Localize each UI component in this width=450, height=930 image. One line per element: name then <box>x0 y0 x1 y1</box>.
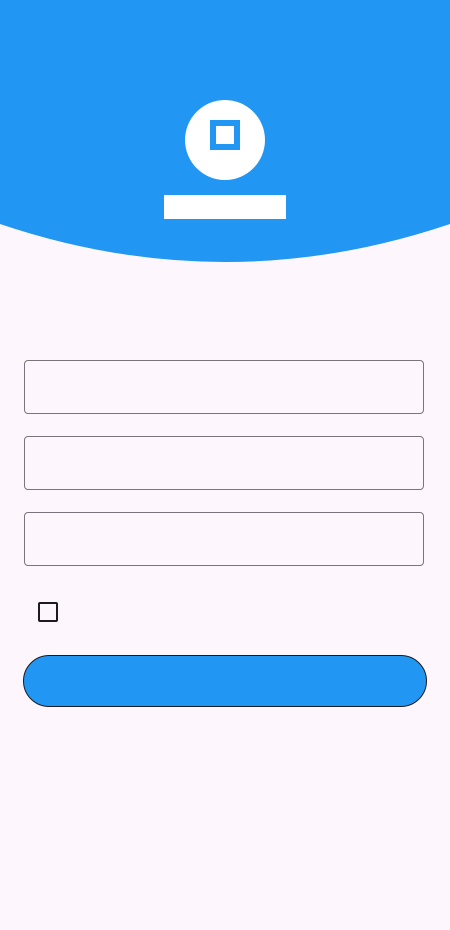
header-banner <box>0 0 450 262</box>
agreement-row <box>38 594 418 622</box>
password-field[interactable] <box>24 512 424 566</box>
password-input[interactable] <box>36 528 412 550</box>
app-title <box>164 195 286 219</box>
app-logo <box>185 100 265 180</box>
name-input[interactable] <box>36 376 412 398</box>
name-field[interactable] <box>24 360 424 414</box>
phone-input[interactable] <box>36 452 412 474</box>
agreement-checkbox[interactable] <box>38 602 58 622</box>
primary-submit-button[interactable] <box>23 655 427 707</box>
square-logo-icon <box>210 120 240 150</box>
phone-field[interactable] <box>24 436 424 490</box>
